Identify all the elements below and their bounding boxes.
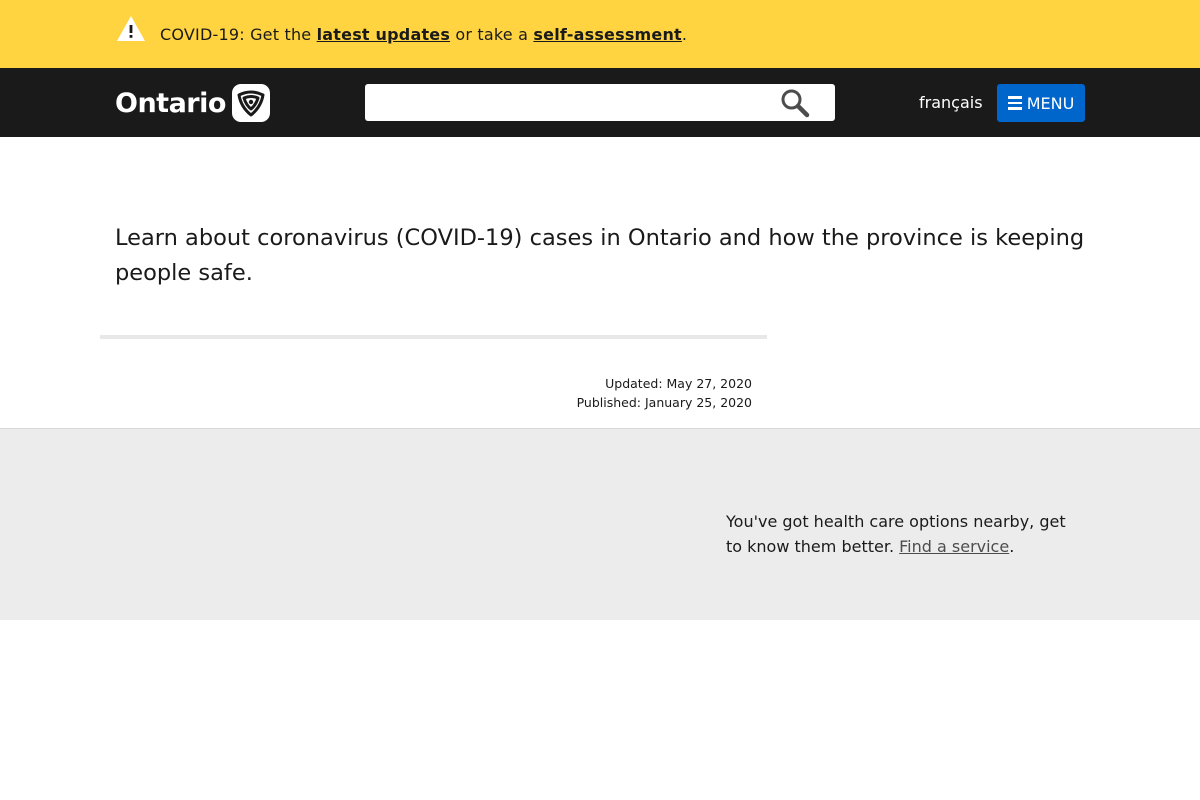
self-assessment-link[interactable]: self-assessment [533, 25, 681, 44]
search-input[interactable] [365, 84, 765, 121]
page-dates: Updated: May 27, 2020 Published: January… [450, 374, 752, 412]
alert-text-before: COVID-19: Get the [160, 25, 317, 44]
search-box [365, 84, 835, 121]
latest-updates-link[interactable]: latest updates [317, 25, 450, 44]
search-button[interactable] [777, 88, 813, 118]
menu-button[interactable]: MENU [997, 84, 1085, 122]
trillium-icon [231, 84, 270, 122]
alert-text-after: . [681, 25, 688, 44]
site-header: Ontario français MENU [0, 68, 1200, 137]
band-text-after: . [1009, 537, 1015, 556]
alert-text-middle: or take a [450, 25, 534, 44]
health-services-message: You've got health care options nearby, g… [726, 509, 1086, 559]
alert-message: COVID-19: Get the latest updates or take… [160, 24, 687, 46]
menu-button-label: MENU [1026, 93, 1075, 113]
ontario-logo-link[interactable]: Ontario [115, 84, 270, 122]
language-toggle-link[interactable]: français [919, 93, 983, 113]
logo-text: Ontario [115, 87, 226, 119]
updated-date: Updated: May 27, 2020 [605, 376, 752, 391]
covid-alert-banner: COVID-19: Get the latest updates or take… [0, 0, 1200, 68]
content-divider [100, 335, 767, 339]
health-services-band: You've got health care options nearby, g… [0, 428, 1200, 620]
published-date: Published: January 25, 2020 [576, 395, 752, 410]
warning-icon [117, 16, 145, 41]
find-a-service-link[interactable]: Find a service [899, 537, 1009, 556]
hamburger-icon [1007, 96, 1022, 110]
page-intro: Learn about coronavirus (COVID-19) cases… [115, 225, 1085, 286]
search-icon [781, 89, 810, 118]
band-text: You've got health care options nearby, g… [726, 512, 1066, 556]
